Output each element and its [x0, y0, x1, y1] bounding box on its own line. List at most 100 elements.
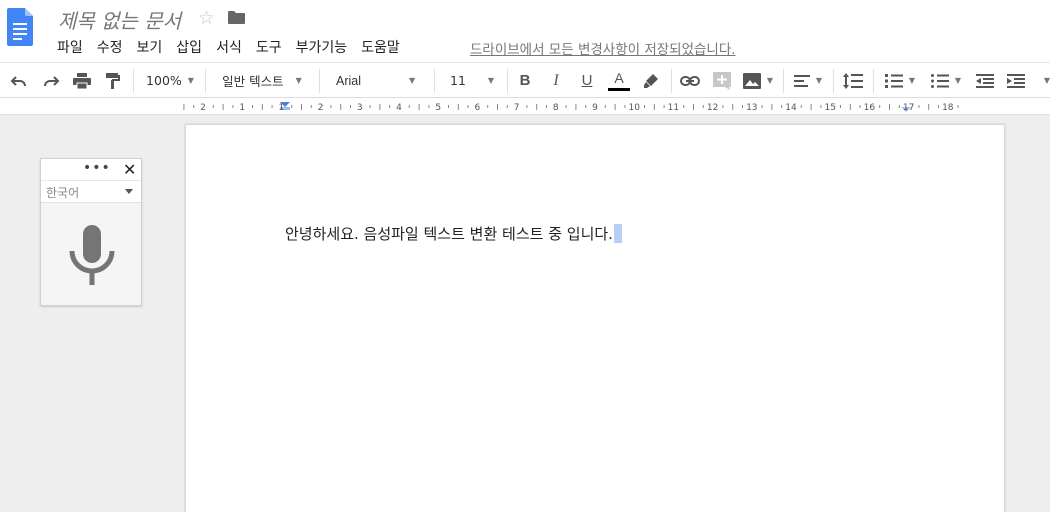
ruler-label: 6	[475, 103, 481, 113]
menu-view[interactable]: 보기	[137, 37, 163, 57]
folder-icon[interactable]	[228, 11, 245, 24]
ruler-tick	[291, 105, 293, 108]
undo-button[interactable]	[6, 63, 32, 98]
more-toolbar-button[interactable]: ▼	[1038, 63, 1050, 98]
microphone-icon[interactable]	[69, 225, 115, 287]
language-select[interactable]: 한국어	[41, 181, 141, 203]
save-status-link[interactable]: 드라이브에서 모든 변경사항이 저장되었습니다.	[470, 38, 736, 58]
increase-indent-icon	[1007, 73, 1025, 88]
comment-button[interactable]	[709, 63, 735, 98]
ruler-tick	[702, 105, 704, 108]
menu-format[interactable]: 서식	[216, 37, 242, 57]
menu-tools[interactable]: 도구	[256, 37, 282, 57]
align-left-icon	[793, 74, 810, 87]
menu-bar: 파일 수정 보기 삽입 서식 도구 부가기능 도움말	[57, 37, 414, 57]
ruler-tick	[526, 105, 528, 108]
ruler-tick	[183, 104, 185, 110]
ruler-label: 15	[824, 103, 835, 113]
ruler-label: 1	[279, 103, 285, 113]
insert-image-button[interactable]: ▼	[740, 63, 776, 98]
ruler-tick	[389, 105, 391, 108]
menu-addons[interactable]: 부가기능	[296, 37, 348, 57]
ruler-tick	[565, 105, 567, 108]
redo-button[interactable]	[38, 63, 64, 98]
ruler-tick	[418, 104, 420, 110]
ruler-tick	[800, 105, 802, 108]
ruler-label: 14	[785, 103, 797, 113]
ruler-label: 12	[707, 103, 718, 113]
italic-button[interactable]: I	[544, 63, 568, 98]
numbered-list-icon	[884, 73, 903, 88]
toolbar-divider	[507, 69, 508, 93]
toolbar-divider	[319, 69, 320, 93]
ruler-tick	[742, 105, 743, 108]
bold-button[interactable]: B	[513, 63, 537, 98]
ruler-tick	[722, 105, 724, 108]
ruler-tick	[624, 105, 626, 108]
highlighter-icon	[644, 73, 658, 88]
print-button[interactable]	[70, 63, 94, 98]
menu-help[interactable]: 도움말	[361, 37, 400, 57]
chevron-down-icon: ▼	[815, 76, 823, 85]
ruler-label: 5	[435, 103, 441, 113]
highlight-button[interactable]	[639, 63, 663, 98]
toolbar-divider	[671, 69, 672, 93]
ruler-tick	[585, 105, 587, 108]
increase-indent-button[interactable]	[1003, 63, 1029, 98]
line-spacing-icon	[843, 72, 863, 89]
ruler-tick	[575, 104, 577, 110]
style-select[interactable]: 일반 텍스트 ▼	[212, 63, 312, 98]
voice-panel-header[interactable]: ••• ✕	[41, 159, 141, 181]
ruler-label: 11	[668, 103, 679, 113]
ruler-tick	[271, 105, 273, 108]
body-text[interactable]: 안녕하세요. 음성파일 텍스트 변환 테스트 중 입니다.	[285, 225, 613, 243]
text-color-swatch	[608, 87, 630, 91]
drag-handle-icon[interactable]: •••	[83, 160, 111, 176]
font-size-select[interactable]: 11 ▼	[440, 63, 500, 98]
decrease-indent-button[interactable]	[972, 63, 998, 98]
ruler-tick	[859, 105, 861, 108]
line-spacing-button[interactable]	[839, 63, 867, 98]
ruler-tick	[330, 105, 332, 108]
ruler-tick	[732, 104, 734, 110]
close-icon[interactable]: ✕	[123, 160, 136, 179]
toolbar-divider	[434, 69, 435, 93]
menu-insert[interactable]: 삽입	[176, 37, 202, 57]
ruler-tick	[252, 105, 253, 108]
ruler-tick	[683, 105, 685, 108]
link-button[interactable]	[677, 63, 703, 98]
docs-logo-icon[interactable]	[7, 8, 33, 46]
font-select[interactable]: Arial ▼	[326, 63, 428, 98]
language-value: 한국어	[46, 186, 80, 200]
document-body[interactable]: 안녕하세요. 음성파일 텍스트 변환 테스트 중 입니다.	[285, 223, 622, 244]
ruler-label: 2	[200, 103, 206, 113]
font-size-value: 11	[450, 73, 466, 88]
ruler-tick	[467, 105, 469, 108]
ruler-tick	[212, 105, 214, 108]
bulleted-list-icon	[930, 73, 949, 88]
align-button[interactable]: ▼	[790, 63, 826, 98]
chevron-down-icon: ▼	[187, 76, 194, 85]
ruler-tick	[820, 105, 822, 108]
numbered-list-button[interactable]: ▼	[880, 63, 920, 98]
zoom-select[interactable]: 100% ▼	[140, 63, 200, 98]
zoom-value: 100%	[146, 73, 182, 88]
ruler-tick	[653, 104, 655, 110]
paint-format-icon	[106, 72, 120, 89]
ruler-tick	[849, 104, 851, 110]
menu-edit[interactable]: 수정	[97, 37, 123, 57]
paint-format-button[interactable]	[102, 63, 124, 98]
underline-button[interactable]: U	[575, 63, 599, 98]
star-icon[interactable]: ☆	[198, 7, 215, 29]
ruler-tick	[193, 105, 195, 108]
text-color-button[interactable]: A	[605, 63, 633, 98]
bulleted-list-button[interactable]: ▼	[926, 63, 966, 98]
document-page[interactable]: 안녕하세요. 음성파일 텍스트 변환 테스트 중 입니다.	[185, 124, 1005, 512]
ruler-tick	[604, 105, 606, 108]
ruler-label: 10	[628, 103, 640, 113]
ruler-tick	[487, 105, 489, 108]
document-title[interactable]: 제목 없는 문서	[58, 5, 181, 34]
menu-file[interactable]: 파일	[57, 37, 83, 57]
ruler[interactable]: 2 1 1 2 3 4 5 6 7 8 9 10 11 12 13 14 15 16 17 18	[0, 98, 1050, 115]
chevron-down-icon: ▼	[1043, 76, 1050, 85]
